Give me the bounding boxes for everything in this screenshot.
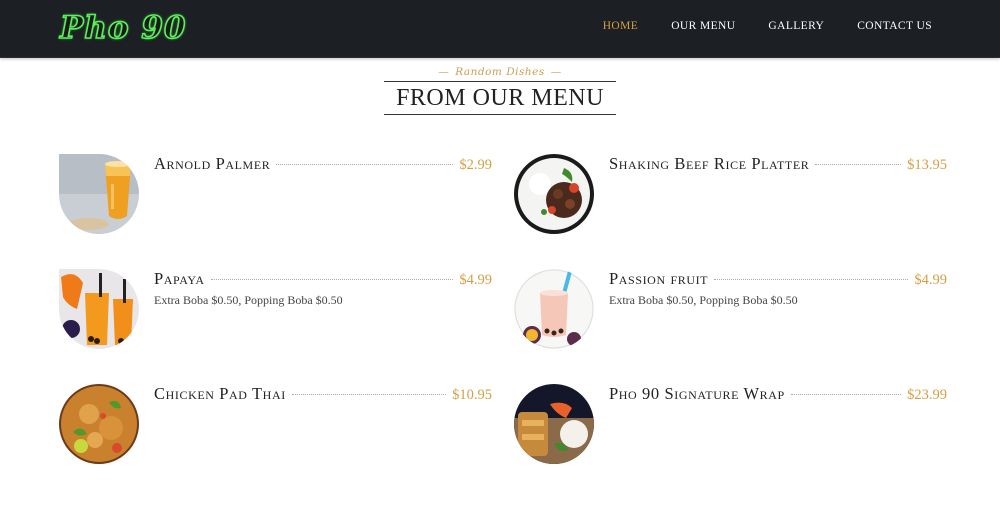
menu-item-name: Shaking Beef Rice Platter bbox=[609, 154, 810, 173]
top-navbar: Pho 90 HOME OUR MENU GALLERY CONTACT US bbox=[0, 0, 1000, 58]
site-logo[interactable]: Pho 90 bbox=[59, 9, 186, 47]
subtitle-dash-left: — bbox=[438, 66, 450, 78]
menu-item-name: Arnold Palmer bbox=[154, 154, 271, 173]
shaking-beef-plate-image bbox=[514, 154, 594, 234]
menu-item-name: Passion fruit bbox=[609, 269, 709, 288]
menu-item-shaking-beef[interactable]: Shaking Beef Rice Platter $13.95 bbox=[514, 154, 947, 236]
dotted-leader bbox=[790, 394, 902, 395]
menu-item-chicken-pad-thai[interactable]: Chicken Pad Thai $10.95 bbox=[59, 384, 492, 466]
nav-gallery-link[interactable]: GALLERY bbox=[768, 20, 824, 32]
menu-item-name: Papaya bbox=[154, 269, 205, 288]
arnold-palmer-drink-image bbox=[59, 154, 139, 234]
menu-item-text: Chicken Pad Thai $10.95 bbox=[154, 384, 492, 404]
menu-item-price: $4.99 bbox=[914, 272, 947, 288]
menu-item-text: Passion fruit $4.99 Extra Boba $0.50, Po… bbox=[609, 269, 947, 308]
menu-item-description: Extra Boba $0.50, Popping Boba $0.50 bbox=[154, 293, 343, 307]
menu-item-passion-fruit[interactable]: Passion fruit $4.99 Extra Boba $0.50, Po… bbox=[514, 269, 947, 351]
menu-item-price: $2.99 bbox=[459, 157, 492, 173]
dotted-leader bbox=[291, 394, 447, 395]
menu-item-price: $4.99 bbox=[459, 272, 492, 288]
subtitle-text: Random Dishes bbox=[455, 66, 545, 78]
menu-item-text: Shaking Beef Rice Platter $13.95 bbox=[609, 154, 947, 174]
signature-wrap-image bbox=[514, 384, 594, 464]
menu-item-papaya[interactable]: Papaya $4.99 Extra Boba $0.50, Popping B… bbox=[59, 269, 492, 351]
nav-contact-us-link[interactable]: CONTACT US bbox=[857, 20, 932, 32]
dotted-leader bbox=[714, 279, 909, 280]
pad-thai-image bbox=[59, 384, 139, 464]
passion-fruit-drink-image bbox=[514, 269, 594, 349]
nav-our-menu-link[interactable]: OUR MENU bbox=[671, 20, 735, 32]
menu-item-name: Pho 90 Signature Wrap bbox=[609, 384, 785, 403]
menu-item-text: Arnold Palmer $2.99 bbox=[154, 154, 492, 174]
section-subtitle: — Random Dishes — bbox=[0, 66, 1000, 78]
nav-home-link[interactable]: HOME bbox=[603, 20, 638, 32]
main-nav: HOME OUR MENU GALLERY CONTACT US bbox=[570, 20, 932, 32]
dotted-leader bbox=[276, 164, 454, 165]
dotted-leader bbox=[815, 164, 902, 165]
menu-item-price: $13.95 bbox=[907, 157, 947, 173]
section-title: FROM OUR MENU bbox=[384, 81, 616, 115]
menu-item-price: $10.95 bbox=[452, 387, 492, 403]
menu-item-description: Extra Boba $0.50, Popping Boba $0.50 bbox=[609, 293, 798, 307]
menu-section-heading: — Random Dishes — FROM OUR MENU bbox=[0, 66, 1000, 115]
dotted-leader bbox=[210, 279, 454, 280]
subtitle-dash-right: — bbox=[550, 66, 562, 78]
papaya-drink-image bbox=[59, 269, 139, 349]
menu-item-text: Papaya $4.99 Extra Boba $0.50, Popping B… bbox=[154, 269, 492, 308]
menu-item-name: Chicken Pad Thai bbox=[154, 384, 286, 403]
menu-item-price: $23.99 bbox=[907, 387, 947, 403]
menu-item-text: Pho 90 Signature Wrap $23.99 bbox=[609, 384, 947, 404]
menu-item-signature-wrap[interactable]: Pho 90 Signature Wrap $23.99 bbox=[514, 384, 947, 466]
menu-item-arnold-palmer[interactable]: Arnold Palmer $2.99 bbox=[59, 154, 492, 236]
